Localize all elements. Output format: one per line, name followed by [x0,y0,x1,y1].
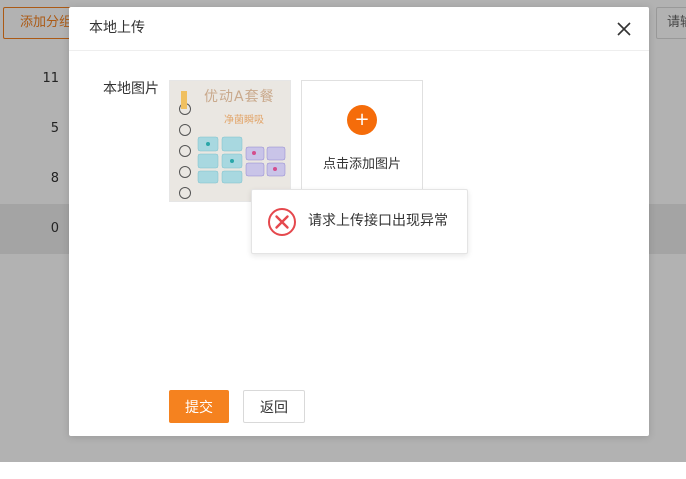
error-toast: 请求上传接口出现异常 [251,189,468,254]
dialog-header: 本地上传 [69,7,649,51]
plus-icon: + [347,105,377,135]
add-image-button[interactable]: + 点击添加图片 [301,80,423,202]
uploaded-image-thumbnail[interactable]: 优动A套餐 净菌瞬吸 [169,80,291,202]
dialog-title: 本地上传 [89,20,145,36]
upload-dialog: 本地上传 本地图片 优动A套餐 净菌瞬吸 + 点击添加图片 请求上传接口出现异常… [69,7,649,436]
field-label: 本地图片 [103,81,159,97]
close-icon[interactable] [615,20,633,38]
add-image-label: 点击添加图片 [322,157,401,172]
error-message: 请求上传接口出现异常 [308,213,448,229]
back-button[interactable]: 返回 [243,390,305,423]
error-icon [268,208,296,236]
submit-button[interactable]: 提交 [169,390,229,423]
product-pack-graphic [181,91,286,184]
